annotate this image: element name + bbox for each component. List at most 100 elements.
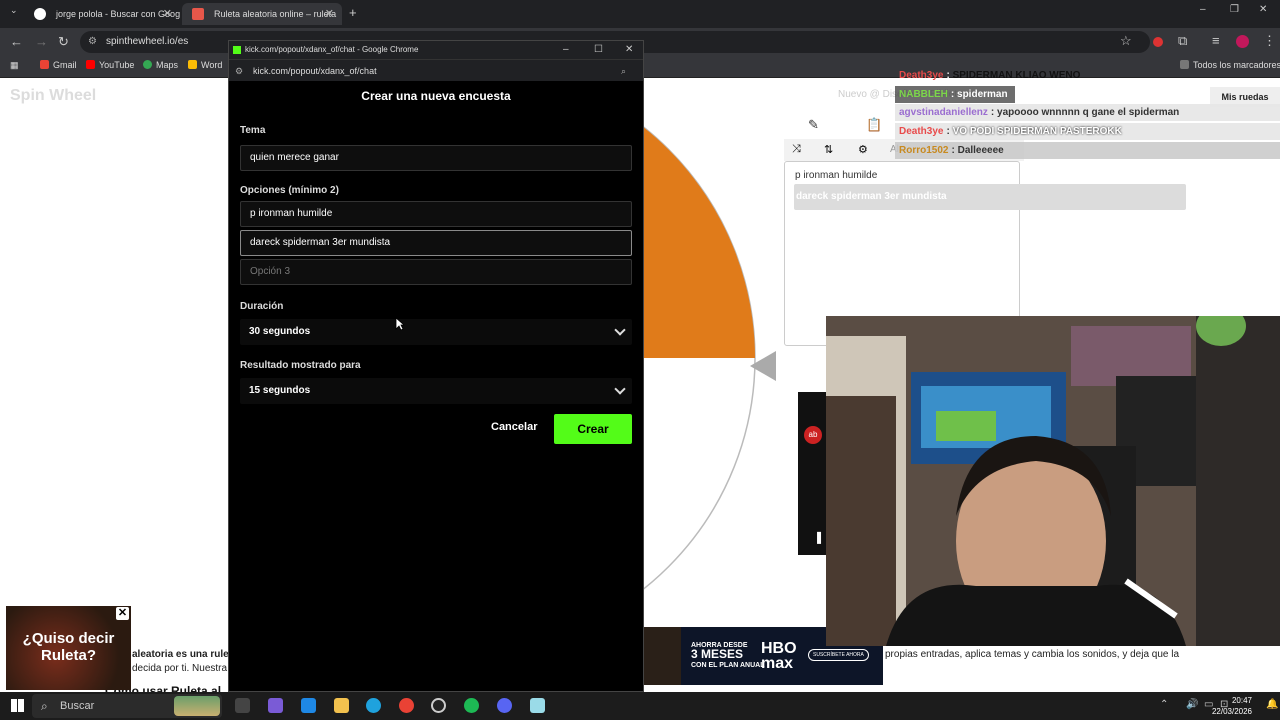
extensions-icon[interactable]: ⧉ [1178,33,1187,49]
did-you-mean-ad[interactable]: ✕ ¿Quiso decir Ruleta? [6,606,131,690]
options-label: Opciones (mínimo 2) [240,185,339,196]
minimize-icon[interactable]: – [1200,4,1206,15]
task-view-icon[interactable] [235,698,250,713]
app-icon[interactable] [530,698,545,713]
site-info-icon[interactable]: ⚙ [235,60,243,82]
browser-tab-bar: ⌄ jorge polola - Buscar con Goog ✕ Rulet… [0,0,1280,28]
site-info-icon[interactable]: ⚙ [88,31,97,53]
windows-start-icon[interactable] [11,699,24,712]
close-window-icon[interactable]: ✕ [1259,4,1267,15]
chat-message: Rorro1502: Dalleeeee [895,142,1280,159]
edge-icon[interactable] [366,698,381,713]
bookmark-maps[interactable]: Maps [143,60,178,70]
popup-address-bar: ⚙ kick.com/popout/xdanx_of/chat ⌕ [229,59,643,81]
pencil-icon[interactable]: ✎ [808,117,819,133]
bookmark-gmail[interactable]: Gmail [40,60,77,70]
file-explorer-icon[interactable] [334,698,349,713]
forward-icon[interactable]: → [35,34,48,49]
webcam-feed [826,316,1280,646]
record-icon[interactable] [1153,37,1163,47]
bookmark-star-icon[interactable]: ☆ [1120,33,1132,49]
result-value: 15 segundos [249,385,311,396]
option-3-input[interactable]: Opción 3 [240,259,632,285]
tab-google-search[interactable]: jorge polola - Buscar con Goog ✕ [24,3,180,25]
taskbar-search[interactable]: ⌕ Buscar [32,694,222,718]
copilot-icon[interactable] [268,698,283,713]
kick-icon [233,46,241,54]
bookmark-youtube[interactable]: YouTube [86,60,134,70]
video-ad[interactable]: ab ❚❚ [798,392,834,555]
chat-message: Death3ye: SPIDERMAN KLIAO WENO [899,70,1081,81]
popup-close-icon[interactable]: ✕ [625,41,633,59]
ad-logo-icon: ab [804,426,822,444]
shuffle-icon[interactable]: ⤨ [792,143,801,156]
bookmark-word[interactable]: Word [188,60,222,70]
tab-ruleta[interactable]: Ruleta aleatoria online – ruleta ✕ [182,3,342,25]
tray-chevron-icon[interactable]: ⌃ [1160,699,1168,710]
duration-select[interactable]: 30 segundos [240,319,632,345]
popup-url: kick.com/popout/xdanx_of/chat [253,66,377,76]
notifications-icon[interactable]: 🔔 [1266,699,1278,710]
entry-line-selected: dareck spiderman 3er mundista [794,184,1186,210]
tab-title: jorge polola - Buscar con Goog [56,9,180,19]
new-tab-button[interactable]: + [349,5,357,20]
word-icon [188,60,197,69]
ad-subscribe-button[interactable]: SUSCRÍBETE AHORA [808,649,869,661]
reload-icon[interactable]: ↻ [58,34,69,50]
ad-image [643,627,681,685]
profile-avatar[interactable] [1236,35,1249,48]
back-icon[interactable]: ← [10,34,23,49]
tab-search-icon[interactable]: ≡ [1212,33,1220,48]
volume-icon[interactable]: 🔊 [1186,699,1198,710]
restore-icon[interactable]: ❐ [1230,4,1239,15]
zoom-icon[interactable]: ⌕ [621,60,626,82]
create-button[interactable]: Crear [554,414,632,444]
sort-icon[interactable]: ⇅ [824,143,833,156]
topic-input[interactable]: quien merece ganar [240,145,632,171]
cancel-button[interactable]: Cancelar [491,421,537,433]
clipboard-icon[interactable]: 📋 [866,117,882,133]
chat-message: Death3ye: VO PODI SPIDERMAN PASTEROKK [895,123,1280,140]
hbo-max-logo: HBO max [761,640,797,672]
option-1-input[interactable]: p ironman humilde [240,201,632,227]
spotify-icon[interactable] [464,698,479,713]
popup-maximize-icon[interactable]: ☐ [594,41,603,59]
youtube-icon [86,60,95,69]
popup-minimize-icon[interactable]: – [563,41,569,59]
poll-heading: Crear una nueva encuesta [361,89,511,103]
store-icon[interactable] [301,698,316,713]
option-2-input[interactable]: dareck spiderman 3er mundista [240,230,632,256]
system-clock[interactable]: 20:47 22/03/2026 [1212,695,1252,717]
result-duration-select[interactable]: 15 segundos [240,378,632,404]
result-label: Resultado mostrado para [240,360,361,371]
stream-chat-overlay: Death3ye: SPIDERMAN KLIAO WENO NABBLEH: … [895,67,1280,159]
menu-icon[interactable]: ⋮ [1263,33,1276,49]
settings-icon[interactable]: ⚙ [858,143,868,156]
tab-title: Ruleta aleatoria online – ruleta [214,9,337,19]
webcam-image [826,316,1280,646]
tab-close-icon[interactable]: ✕ [163,3,172,25]
discord-icon[interactable] [497,698,512,713]
apps-icon[interactable]: ▦ [10,60,19,71]
description-text: aleatoria es una ruleta [132,649,238,660]
chat-message: agvstinadaniellenz: yapoooo wnnnnn q gan… [895,104,1280,121]
clock-date: 22/03/2026 [1211,707,1252,716]
site-logo[interactable]: Spin Wheel [10,87,96,105]
address-text: spinthewheel.io/es [106,36,189,47]
google-icon [34,8,46,20]
kick-chat-popup: kick.com/popout/xdanx_of/chat - Google C… [228,40,644,692]
close-icon[interactable]: ✕ [116,607,129,620]
popup-title: kick.com/popout/xdanx_of/chat - Google C… [245,45,419,54]
spinwheel-icon [192,8,204,20]
chat-message: NABBLEH: spiderman [895,86,1015,103]
clock-time: 20:47 [1231,696,1252,705]
tab-search-icon[interactable]: ⌄ [10,5,18,16]
chrome-icon[interactable] [399,698,414,713]
mouse-cursor-icon [395,317,405,331]
windows-taskbar: ⌕ Buscar ⌃ 🔊 ▭ ⊡ 20:47 22/03/2026 🔔 [0,692,1280,720]
obs-icon[interactable] [431,698,446,713]
search-highlight-image [174,696,220,716]
tab-close-icon[interactable]: ✕ [325,3,334,25]
maps-icon [143,60,152,69]
ad-text: ¿Quiso decir Ruleta? [22,630,115,664]
